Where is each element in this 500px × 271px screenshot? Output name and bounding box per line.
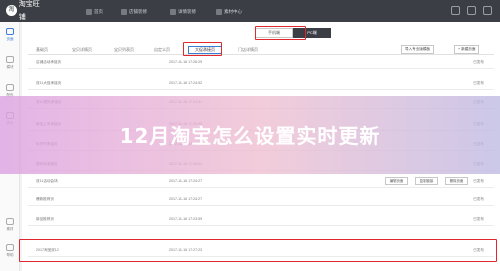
page-status: 已发布 [473,179,484,183]
page-status: 已发布 [473,60,484,64]
copy-link-button[interactable]: 复制链接 [415,177,438,185]
sidebar-item-pages[interactable]: 页面 [2,28,18,42]
page-status: 已发布 [473,81,484,85]
page-time: 2017-11-16 17:24:52 [169,81,203,85]
brush-icon [121,8,127,15]
sidebar-item-label: 帮助 [6,253,14,257]
nav-store-decoration-label: 店铺装修 [129,9,147,14]
nav-material-center-label: 素材中心 [224,9,242,14]
table-row[interactable]: 店铺活动承接页 2017-11-16 17:26:29 已发布 [28,56,494,69]
page-time: 2017-11-16 17:24:27 [169,197,203,201]
pages-icon [6,28,14,35]
table-row[interactable]: 爆款推荐页 2017-11-16 17:24:27 已发布 [28,193,494,206]
row-actions: 编辑页面 复制链接 删除页面 [385,177,468,185]
nav-detail-decoration[interactable]: 详情装修 [170,7,196,16]
taobao-wangpu-logo[interactable]: 淘 淘宝旺铺 [6,1,46,21]
sidebar-item-label: 模块 [6,65,14,69]
top-navigation-bar: 淘 淘宝旺铺 首页 店铺装修 详情装修 素材中心 [0,0,500,22]
page-time: 2017-11-16 17:26:29 [169,60,203,64]
delete-page-button[interactable]: 删除页面 [445,177,468,185]
tab-store-detail[interactable]: 门店详情页 [238,45,258,54]
logo-text: 淘宝旺铺 [18,0,40,21]
edit-page-button[interactable]: 编辑页面 [385,177,408,185]
modules-icon [6,56,14,63]
page-time: 2017-11-16 17:24:27 [169,179,203,183]
user-icon[interactable] [483,6,492,15]
top-right-tools [451,6,492,15]
help-icon[interactable] [467,6,476,15]
nav-detail-decoration-label: 详情装修 [178,9,196,14]
tab-custom[interactable]: 自定义页 [154,45,170,54]
nav-material-center[interactable]: 素材中心 [216,7,242,16]
nav-home[interactable]: 首页 [86,7,103,16]
active-tab-highlight [183,42,222,56]
page-time: 2017-11-16 17:23:59 [169,217,203,221]
article-headline: 12月淘宝怎么设置实时更新 [119,124,381,148]
table-row[interactable]: 双11大促承接页 2017-11-16 17:24:52 已发布 [28,77,494,90]
tab-basic[interactable]: 基础页 [36,45,48,54]
sidebar-item-label: 页面 [6,37,14,41]
message-icon[interactable] [451,6,460,15]
question-icon [6,244,14,251]
palette-icon [6,84,14,91]
row-highlight-box [19,239,497,262]
table-row[interactable]: 新品推荐页 2017-11-16 17:23:59 已发布 [28,213,494,226]
tab-item-detail[interactable]: 宝贝详情页 [72,45,92,54]
page-name: 双11大促承接页 [36,81,62,85]
tab-item-list[interactable]: 宝贝列表页 [114,45,134,54]
page-status: 已发布 [473,217,484,221]
page-name: 新品推荐页 [36,217,54,221]
page-name: 双11活动会场 [36,179,58,183]
sidebar-item-assets[interactable]: 素材 [2,218,18,232]
pc-tab-highlight [255,26,306,40]
detail-icon [170,8,176,15]
import-template-button[interactable]: 导入专业版模板 [401,45,435,54]
home-icon [86,8,92,15]
nav-store-decoration[interactable]: 店铺装修 [121,7,147,16]
page-name: 店铺活动承接页 [36,60,62,64]
taobao-logo-icon: 淘 [6,5,17,16]
sidebar-item-help[interactable]: 帮助 [2,244,18,258]
table-row[interactable]: 双11活动会场 2017-11-16 17:24:27 编辑页面 复制链接 删除… [28,175,494,188]
new-page-button[interactable]: + 新建页面 [454,45,480,54]
assets-icon [6,218,14,225]
image-icon [216,8,222,15]
page-name: 爆款推荐页 [36,197,54,201]
sidebar-item-label: 素材 [6,227,14,231]
page-status: 已发布 [473,197,484,201]
nav-home-label: 首页 [94,9,103,14]
sidebar-item-modules[interactable]: 模块 [2,56,18,70]
